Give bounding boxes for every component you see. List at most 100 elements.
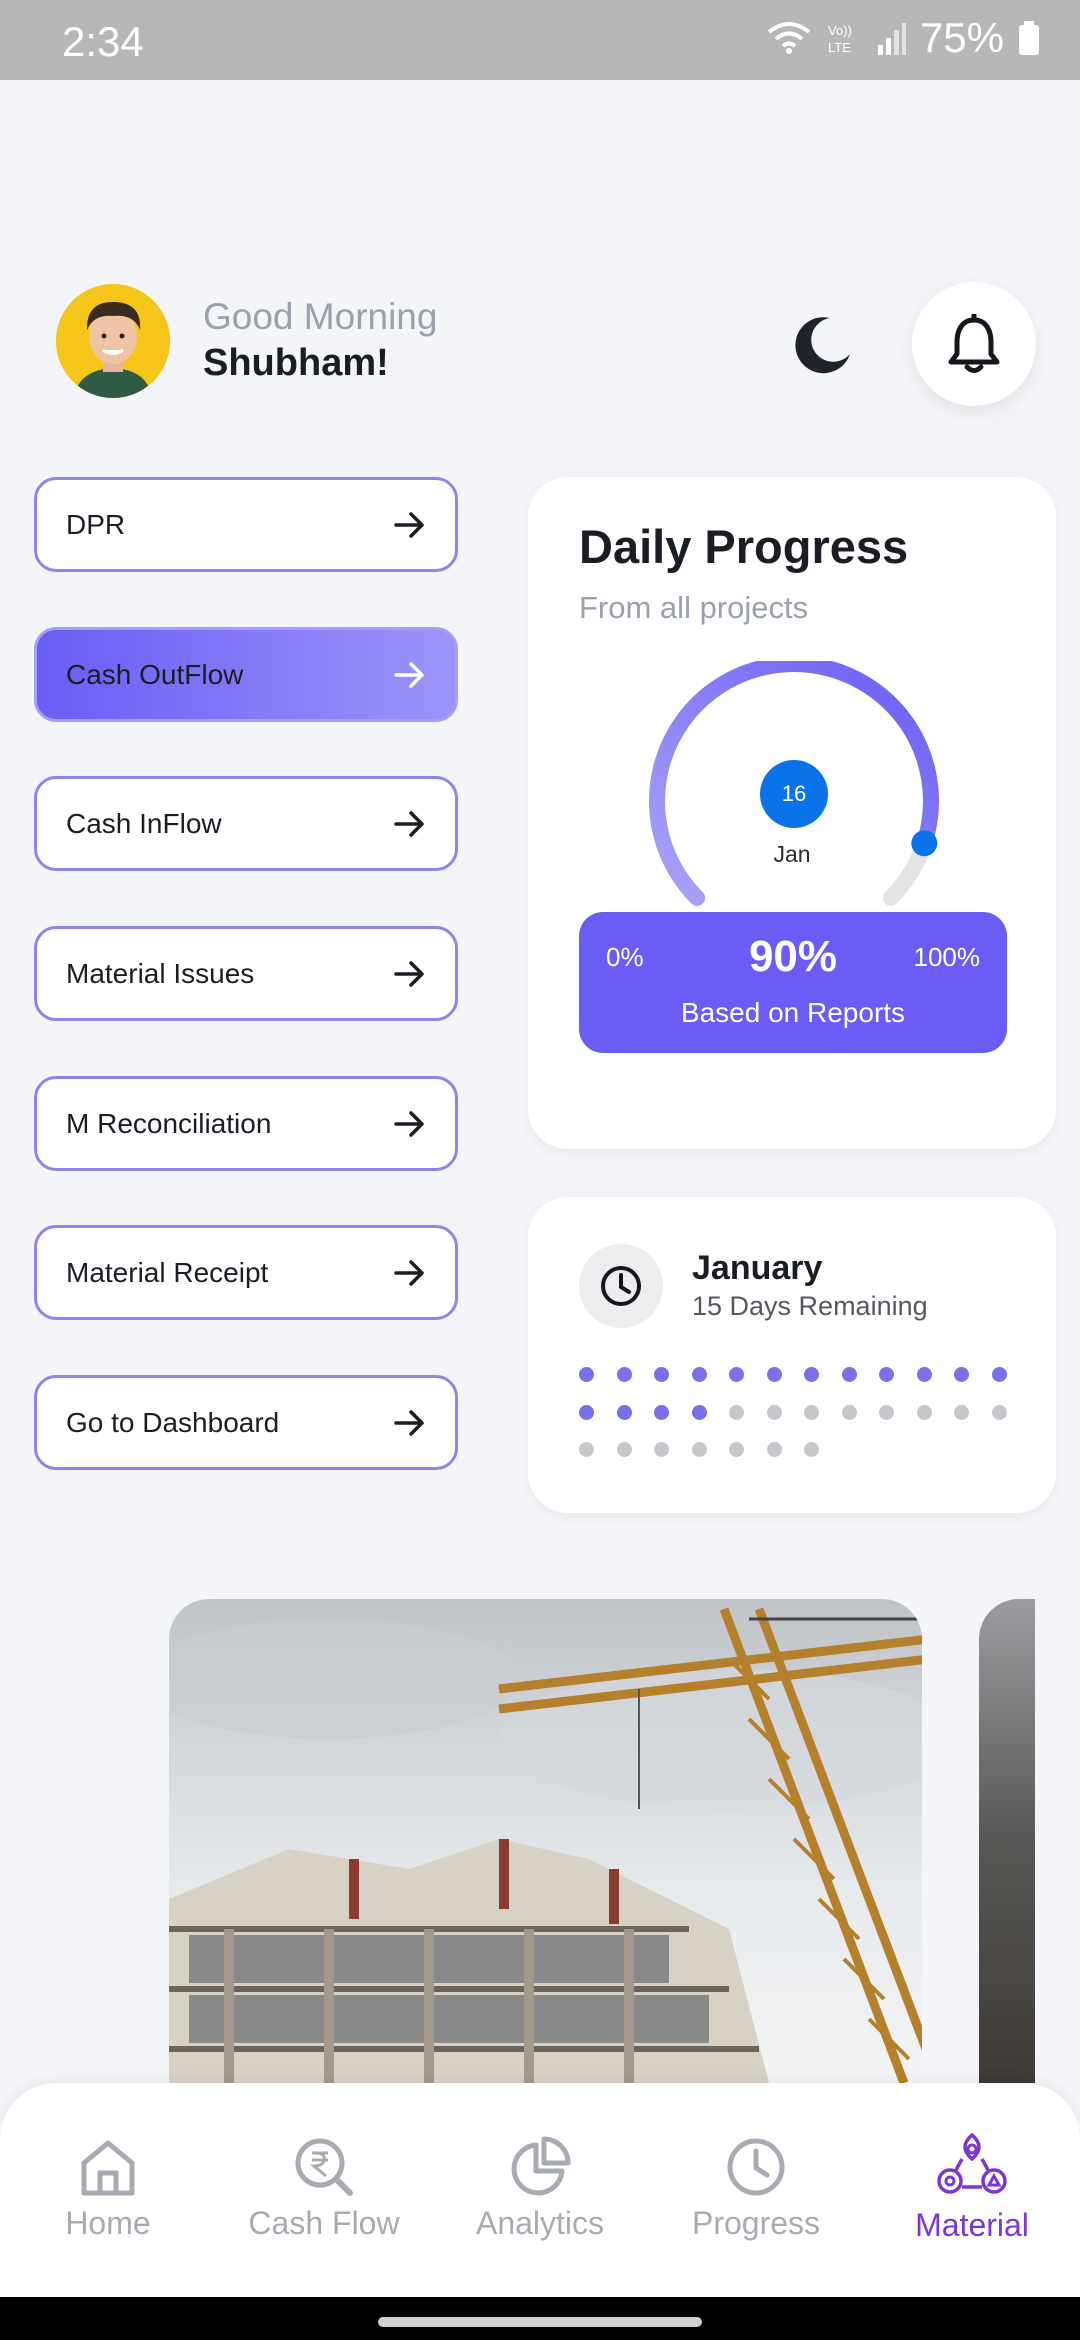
nav-cash-flow-label: Cash Flow (248, 2205, 400, 2241)
day-dot-remaining (879, 1404, 894, 1420)
progress-title: Daily Progress (579, 520, 909, 573)
progress-max-label: 100% (913, 942, 981, 972)
nav-material[interactable]: Material (864, 2129, 1080, 2244)
day-dot-elapsed (654, 1367, 669, 1382)
menu-button-cash-outflow[interactable]: Cash OutFlow (34, 627, 458, 722)
date-day-badge: 16 (760, 760, 828, 828)
day-dot-remaining (729, 1404, 744, 1420)
menu-button-label: Cash InFlow (66, 807, 222, 839)
day-dot-elapsed (841, 1367, 857, 1382)
day-dot-remaining (616, 1442, 632, 1457)
arrow-right-icon (394, 960, 424, 987)
moon-icon[interactable] (790, 312, 854, 376)
svg-text:Vo)): Vo)) (828, 23, 852, 38)
day-dot-remaining (804, 1442, 819, 1457)
menu-button-material-issues[interactable]: Material Issues (34, 926, 458, 1021)
menu-button-material-receipt[interactable]: Material Receipt (34, 1225, 458, 1320)
material-icon (937, 2132, 1007, 2194)
rupee-search-icon (295, 2138, 353, 2196)
day-dot-remaining (579, 1442, 594, 1457)
day-dot-remaining (804, 1404, 819, 1420)
progress-subtitle: From all projects (579, 590, 809, 625)
arrow-right-icon (394, 1259, 424, 1286)
user-name: Shubham! (203, 342, 389, 384)
day-dot-elapsed (654, 1404, 669, 1420)
carousel-image-next[interactable] (979, 1599, 1035, 2083)
menu-button-m-reconciliation[interactable]: M Reconciliation (34, 1076, 458, 1171)
menu-button-cash-inflow[interactable]: Cash InFlow (34, 776, 458, 871)
menu-button-label: Go to Dashboard (66, 1406, 280, 1438)
menu-button-dpr[interactable]: DPR (34, 477, 458, 572)
day-dot-elapsed (691, 1404, 707, 1420)
wifi-icon (767, 22, 811, 54)
month-card: January 15 Days Remaining (528, 1197, 1056, 1513)
battery-icon (1019, 21, 1039, 55)
day-dot-elapsed (579, 1404, 594, 1420)
home-icon (81, 2140, 135, 2196)
day-dot-remaining (954, 1404, 969, 1420)
nav-analytics[interactable]: Analytics (432, 2135, 648, 2242)
nav-progress[interactable]: Progress (648, 2135, 864, 2242)
nav-progress-label: Progress (691, 2205, 821, 2241)
bottom-navigation: Home Cash Flow Analytics Progress Materi… (0, 2083, 1080, 2297)
arrow-right-icon (394, 661, 424, 688)
days-remaining: 15 Days Remaining (692, 1291, 928, 1321)
notification-button[interactable] (912, 282, 1036, 406)
day-dot-remaining (766, 1442, 782, 1457)
greeting-header: Good Morning Shubham! (56, 282, 1036, 408)
daily-progress-card: Daily Progress From all projects 16 Jan … (528, 477, 1056, 1149)
arrow-right-icon (394, 1409, 424, 1436)
status-bar: 2:34 Vo)) LTE 75% (0, 0, 1080, 80)
menu-button-label: Material Receipt (66, 1256, 269, 1288)
day-dot-elapsed (616, 1367, 632, 1382)
day-dot-elapsed (766, 1367, 782, 1382)
pie-chart-icon (511, 2136, 571, 2196)
arrow-right-icon (394, 1110, 424, 1137)
day-dot-remaining (991, 1404, 1007, 1420)
day-dot-remaining (766, 1404, 782, 1420)
nav-home[interactable]: Home (0, 2135, 216, 2242)
menu-button-label: Cash OutFlow (66, 658, 244, 690)
day-dot-remaining (654, 1442, 669, 1457)
day-dot-remaining (691, 1442, 707, 1457)
nav-material-label: Material (915, 2207, 1029, 2243)
nav-cash-flow[interactable]: Cash Flow (216, 2135, 432, 2242)
clock-icon (601, 1266, 641, 1306)
nav-analytics-label: Analytics (475, 2205, 605, 2241)
day-dot-elapsed (991, 1367, 1007, 1382)
clock-badge (579, 1244, 663, 1328)
carousel-image-construction[interactable] (169, 1599, 922, 2083)
menu-button-go-to-dashboard[interactable]: Go to Dashboard (34, 1375, 458, 1470)
nav-home-label: Home (65, 2205, 151, 2241)
day-dot-elapsed (954, 1367, 969, 1382)
menu-button-label: M Reconciliation (66, 1107, 272, 1139)
progress-summary: 0% 90% 100% Based on Reports (579, 912, 1007, 1053)
volte-icon: Vo)) LTE (828, 23, 852, 55)
day-dot-remaining (729, 1442, 744, 1457)
day-dot-elapsed (804, 1367, 819, 1382)
progress-note: Based on Reports (680, 997, 906, 1028)
menu-button-label: DPR (66, 508, 126, 540)
clock-icon (727, 2138, 785, 2196)
date-month: Jan (773, 841, 811, 867)
svg-text:LTE: LTE (828, 40, 851, 55)
day-dot-elapsed (691, 1367, 707, 1382)
day-dot-remaining (841, 1404, 857, 1420)
day-dot-elapsed (616, 1404, 632, 1420)
day-dot-elapsed (729, 1367, 744, 1382)
avatar[interactable] (56, 284, 170, 398)
arrow-right-icon (394, 810, 424, 837)
status-time: 2:34 (62, 18, 144, 65)
day-dot-elapsed (879, 1367, 894, 1382)
signal-icon (877, 23, 906, 55)
greeting-text: Good Morning (203, 296, 438, 337)
day-dot-elapsed (916, 1367, 932, 1382)
home-gesture-handle[interactable] (378, 2317, 702, 2327)
menu-button-label: Material Issues (66, 957, 255, 989)
arrow-right-icon (394, 511, 424, 538)
battery-level: 75% (919, 14, 1004, 61)
day-dot-elapsed (579, 1367, 594, 1382)
day-dot-remaining (916, 1404, 932, 1420)
month-name: January (692, 1249, 823, 1287)
bell-icon (948, 314, 1000, 373)
